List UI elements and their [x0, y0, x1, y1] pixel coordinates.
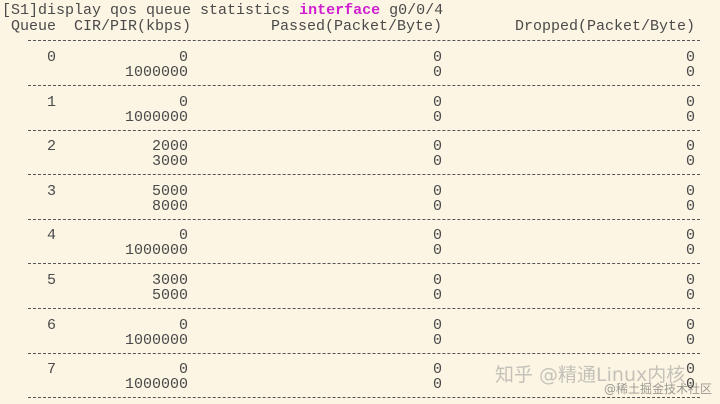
queue-id: 3	[46, 182, 56, 200]
pir-value: 1000000	[124, 242, 188, 260]
passed-byte: 0	[432, 376, 442, 394]
queue-id: 5	[46, 272, 56, 289]
queue-id: 0	[46, 49, 56, 66]
dropped-byte: 0	[685, 64, 695, 81]
cir-value: 0	[178, 49, 188, 66]
cir-value: 2000	[151, 138, 188, 156]
queue-id: 6	[46, 316, 56, 334]
passed-byte: 0	[432, 153, 442, 171]
pir-value: 1000000	[124, 331, 188, 349]
cir-value: 0	[178, 93, 188, 111]
command-text: display qos queue statistics	[38, 2, 300, 19]
divider	[28, 352, 700, 354]
pir-value: 3000	[151, 153, 188, 171]
divider	[28, 397, 700, 399]
command-argument: g0/0/4	[380, 2, 444, 19]
passed-packet: 0	[432, 316, 442, 334]
dropped-packet: 0	[685, 316, 695, 334]
dropped-packet: 0	[685, 272, 695, 289]
dropped-packet: 0	[685, 182, 695, 200]
dropped-packet: 0	[685, 93, 695, 111]
dropped-packet: 0	[685, 361, 695, 379]
queue-id: 2	[46, 138, 56, 156]
pir-value: 8000	[151, 197, 188, 215]
passed-packet: 0	[432, 361, 442, 379]
passed-byte: 0	[432, 197, 442, 215]
passed-packet: 0	[432, 227, 442, 245]
cir-value: 0	[178, 361, 188, 379]
queue-id: 1	[46, 93, 56, 111]
divider	[28, 174, 700, 176]
passed-packet: 0	[432, 138, 442, 156]
cir-value: 0	[178, 316, 188, 334]
pir-value: 1000000	[124, 64, 188, 81]
dropped-packet: 0	[685, 49, 695, 66]
passed-byte: 0	[432, 287, 442, 304]
header-cir-pir: CIR/PIR(kbps)	[74, 18, 192, 35]
divider	[28, 129, 700, 131]
prompt: [S1]	[2, 2, 39, 19]
passed-packet: 0	[432, 93, 442, 111]
header-dropped: Dropped(Packet/Byte)	[514, 18, 695, 35]
dropped-byte: 0	[685, 242, 695, 260]
passed-packet: 0	[432, 49, 442, 66]
dropped-packet: 0	[685, 227, 695, 245]
dropped-byte: 0	[685, 153, 695, 171]
divider	[28, 85, 700, 86]
passed-byte: 0	[432, 64, 442, 81]
dropped-byte: 0	[685, 197, 695, 215]
divider	[28, 263, 700, 265]
passed-packet: 0	[432, 182, 442, 200]
dropped-byte: 0	[685, 331, 695, 349]
passed-packet: 0	[432, 272, 442, 289]
divider	[28, 218, 700, 220]
cir-value: 5000	[151, 182, 188, 200]
header-passed: Passed(Packet/Byte)	[270, 18, 442, 35]
header-queue: Queue	[11, 18, 57, 35]
dropped-packet: 0	[685, 138, 695, 156]
pir-value: 1000000	[124, 376, 188, 394]
cir-value: 0	[178, 227, 188, 245]
dropped-byte: 0	[685, 287, 695, 304]
command-keyword: interface	[299, 2, 381, 19]
divider	[28, 308, 700, 309]
watermark-juejin: @稀土掘金技术社区	[604, 382, 713, 396]
queue-id: 7	[46, 361, 56, 379]
dropped-byte: 0	[685, 108, 695, 126]
passed-byte: 0	[432, 242, 442, 260]
passed-byte: 0	[432, 331, 442, 349]
queue-id: 4	[46, 227, 56, 245]
divider	[28, 40, 700, 41]
command-line: [S1]display qos queue statistics interfa…	[2, 3, 443, 18]
passed-byte: 0	[432, 108, 442, 126]
pir-value: 5000	[151, 287, 188, 304]
cir-value: 3000	[151, 272, 188, 289]
pir-value: 1000000	[124, 108, 188, 126]
